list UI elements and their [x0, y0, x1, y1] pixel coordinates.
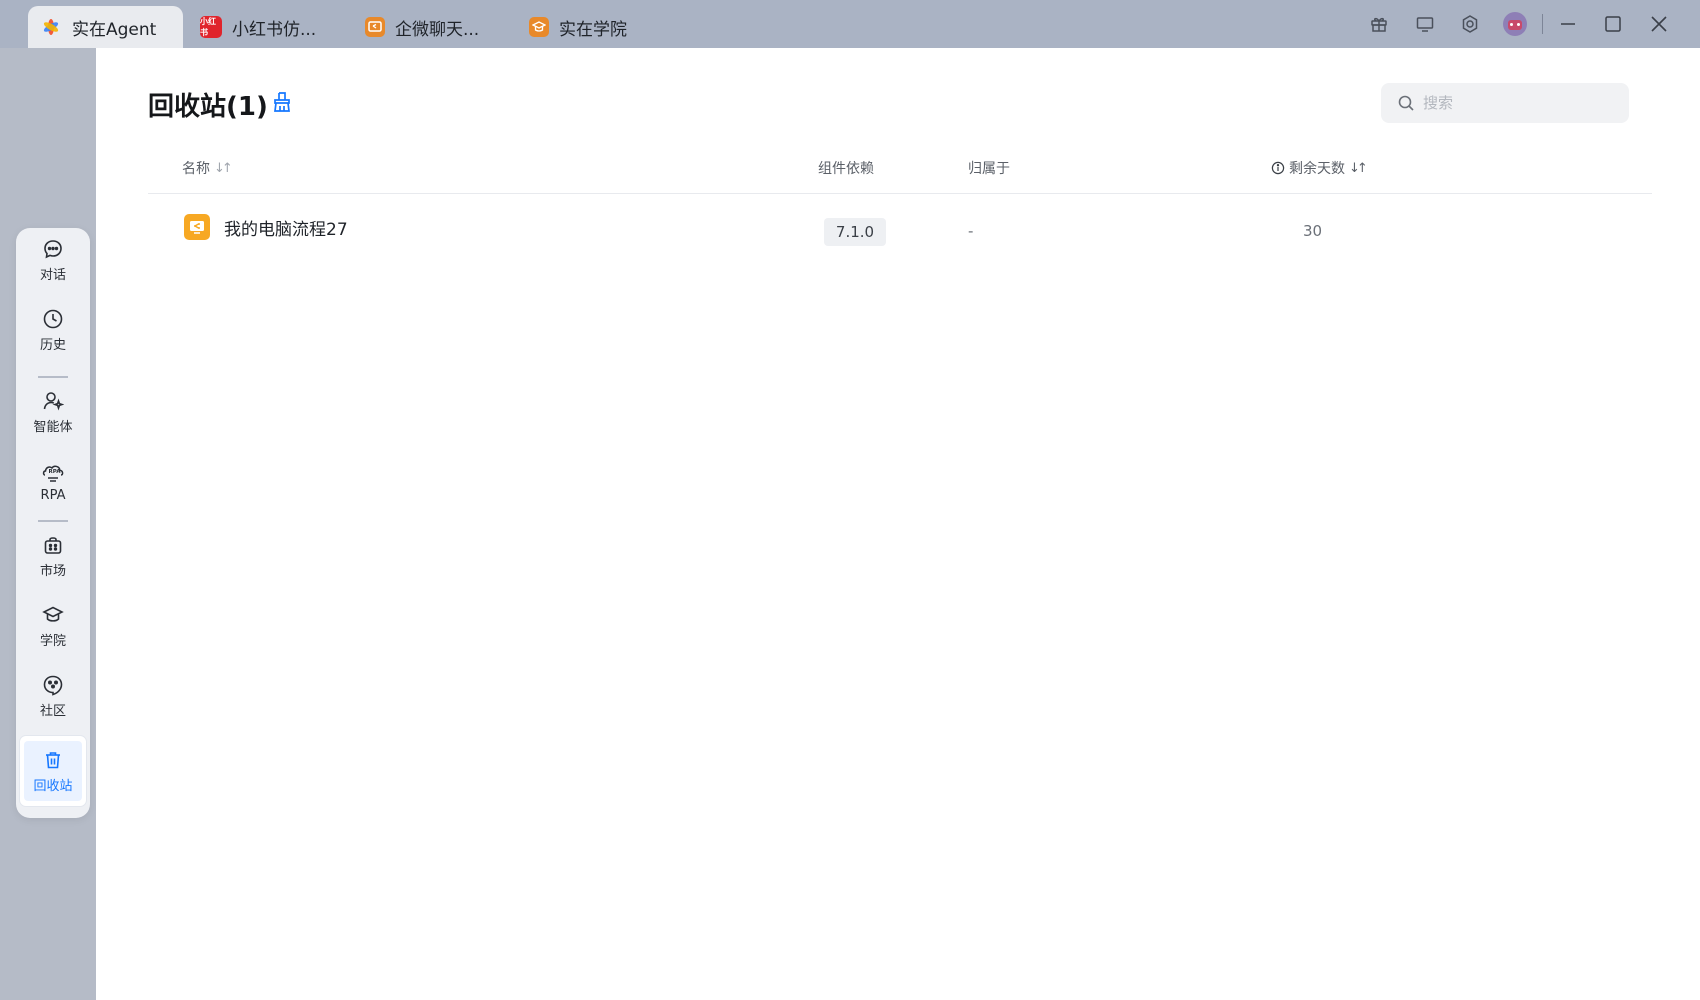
xiaohongshu-icon: 小红书 [200, 16, 222, 38]
sidebar-item-chat[interactable]: 对话 [16, 228, 90, 292]
gift-icon [1371, 17, 1387, 32]
sidebar: 对话 历史 智能体 RPA RPA 市场 学院 社区 回收站 [16, 228, 90, 818]
avatar-button[interactable] [1493, 0, 1537, 48]
sidebar-item-label: 学院 [39, 633, 66, 649]
monitor-icon [1416, 17, 1434, 32]
tab-label: 实在Agent [72, 19, 157, 40]
sort-icon[interactable]: ↓↑ [1349, 161, 1368, 176]
tab-label: 实在学院 [559, 19, 627, 40]
screen-button[interactable] [1403, 0, 1447, 48]
sidebar-item-label: 回收站 [33, 778, 73, 794]
table-row[interactable]: 我的电脑流程27 7.1.0 - 30 [148, 196, 1652, 260]
sort-icon[interactable]: ↓↑ [214, 161, 233, 176]
brush-clean-icon [274, 92, 290, 112]
page-title: 回收站(1) [148, 92, 268, 122]
sidebar-item-recycle-bin[interactable]: 回收站 [20, 736, 86, 806]
sidebar-item-label: 市场 [39, 563, 66, 579]
sidebar-divider [38, 376, 68, 378]
gift-button[interactable] [1357, 0, 1401, 48]
title-bar: 实在Agent 小红书 小红书仿... 企微聊天... 实在学院 [0, 0, 1700, 48]
minimize-icon [1561, 23, 1575, 25]
sidebar-item-agents[interactable]: 智能体 [16, 380, 90, 444]
title-divider [1542, 14, 1543, 34]
svg-text:RPA: RPA [49, 469, 62, 475]
search-icon [1398, 95, 1414, 111]
sidebar-item-label: RPA [40, 487, 66, 503]
main-panel: 回收站(1) 名称 ↓↑ 组件依赖 归属于 剩余天数 ↓↑ [96, 48, 1700, 1000]
minimize-button[interactable] [1546, 0, 1590, 48]
market-bag-icon [44, 536, 62, 554]
community-icon [43, 675, 63, 696]
avatar [1503, 12, 1527, 36]
sidebar-item-history[interactable]: 历史 [16, 298, 90, 362]
sidebar-item-highlight: 回收站 [24, 741, 82, 801]
trash-icon [46, 751, 60, 768]
tab-wecom-chat[interactable]: 企微聊天... [353, 6, 513, 48]
tab-academy[interactable]: 实在学院 [517, 6, 677, 48]
maximize-button[interactable] [1591, 0, 1635, 48]
sidebar-item-rpa[interactable]: RPA RPA [16, 450, 90, 514]
app-window: 实在Agent 小红书 小红书仿... 企微聊天... 实在学院 对话 历史 智… [0, 0, 1700, 1000]
sidebar-item-label: 社区 [39, 703, 66, 719]
row-name-text: 我的电脑流程27 [224, 219, 348, 240]
tab-xiaohongshu[interactable]: 小红书 小红书仿... [188, 6, 348, 48]
settings-button[interactable] [1448, 0, 1492, 48]
chat-icon [44, 239, 62, 258]
column-header-owner: 归属于 [968, 158, 1010, 178]
table-header: 名称 ↓↑ 组件依赖 归属于 剩余天数 ↓↑ [148, 138, 1652, 194]
clock-icon [43, 309, 63, 328]
tab-label: 企微聊天... [395, 19, 480, 40]
column-label: 剩余天数 [1289, 161, 1345, 177]
info-icon[interactable] [1271, 161, 1285, 175]
tab-shizai-agent[interactable]: 实在Agent [28, 6, 183, 48]
sidebar-item-academy[interactable]: 学院 [16, 594, 90, 658]
graduation-cap-icon [42, 606, 64, 622]
column-header-days-left[interactable]: 剩余天数 ↓↑ [1271, 158, 1368, 178]
column-label: 归属于 [968, 161, 1010, 177]
settings-icon [1462, 15, 1478, 33]
sidebar-item-label: 对话 [39, 267, 66, 283]
sidebar-item-market[interactable]: 市场 [16, 524, 90, 588]
column-label: 组件依赖 [818, 161, 874, 177]
row-name-cell: 我的电脑流程27 [184, 214, 348, 240]
search-input[interactable] [1423, 94, 1613, 112]
workflow-icon [365, 17, 385, 37]
close-button[interactable] [1637, 0, 1681, 48]
flow-file-icon [184, 214, 210, 240]
clear-bin-button[interactable] [271, 90, 293, 118]
version-badge: 7.1.0 [824, 218, 886, 246]
maximize-icon [1605, 16, 1621, 32]
sidebar-item-label: 智能体 [33, 419, 73, 435]
rpa-icon: RPA [42, 465, 64, 482]
agent-logo-icon [40, 16, 62, 38]
row-days-cell: 30 [1303, 222, 1323, 240]
sidebar-item-label: 历史 [39, 337, 66, 353]
sidebar-item-community[interactable]: 社区 [16, 664, 90, 728]
agent-person-icon [43, 391, 64, 410]
column-label: 名称 [182, 161, 210, 177]
search-box[interactable] [1381, 83, 1629, 123]
close-icon [1651, 16, 1667, 32]
row-owner-cell: - [968, 222, 974, 240]
column-header-name[interactable]: 名称 ↓↑ [182, 158, 233, 178]
academy-icon [529, 17, 549, 37]
tab-label: 小红书仿... [232, 19, 317, 40]
sidebar-divider [38, 520, 68, 522]
column-header-dependency: 组件依赖 [818, 158, 874, 178]
